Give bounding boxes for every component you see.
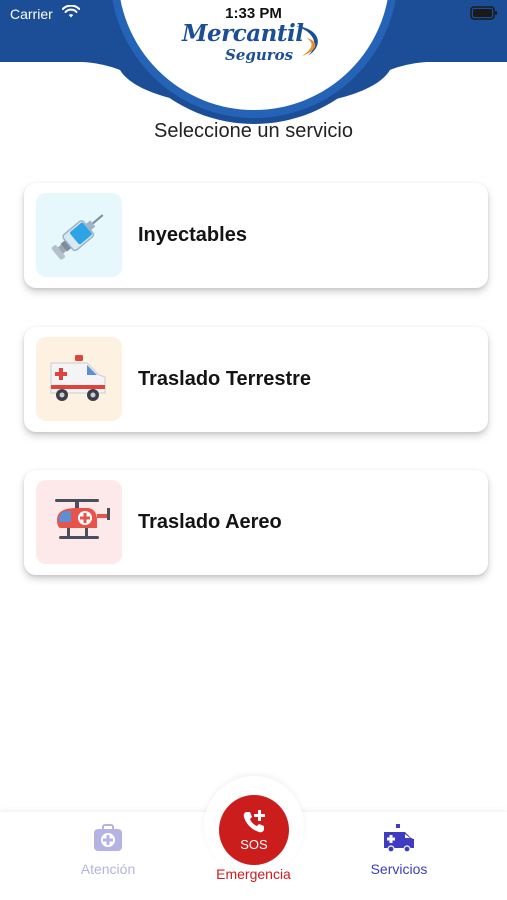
phone-plus-icon (243, 809, 265, 832)
service-label: Traslado Terrestre (138, 368, 312, 390)
service-icon-tile (36, 337, 122, 421)
service-icon-tile (36, 193, 122, 277)
page-title: Seleccione un servicio (154, 120, 353, 142)
tab-emergencia-label: Emergencia (216, 866, 291, 882)
battery-icon (470, 6, 497, 20)
ambulance-icon (50, 355, 106, 401)
service-card-inyectables[interactable]: Inyectables (24, 183, 488, 288)
brand-logo: Mercantil Seguros (182, 20, 332, 70)
sos-emergency-button[interactable]: SOS (219, 795, 289, 865)
service-card-traslado-aereo[interactable]: Traslado Aereo (24, 470, 488, 575)
ambulance-icon (384, 824, 414, 853)
service-label: Inyectables (138, 224, 247, 246)
brand-swoosh-icon (296, 26, 318, 56)
service-card-traslado-terrestre[interactable]: Traslado Terrestre (24, 327, 488, 432)
helicopter-icon (55, 499, 110, 539)
medical-kit-icon (94, 824, 122, 851)
service-label: Traslado Aereo (138, 511, 282, 533)
brand-subtitle: Seguros (225, 46, 294, 64)
brand-name: Mercantil (182, 20, 304, 47)
syringe-icon (51, 214, 104, 260)
sos-label: SOS (240, 836, 268, 852)
service-icon-tile (36, 480, 122, 564)
